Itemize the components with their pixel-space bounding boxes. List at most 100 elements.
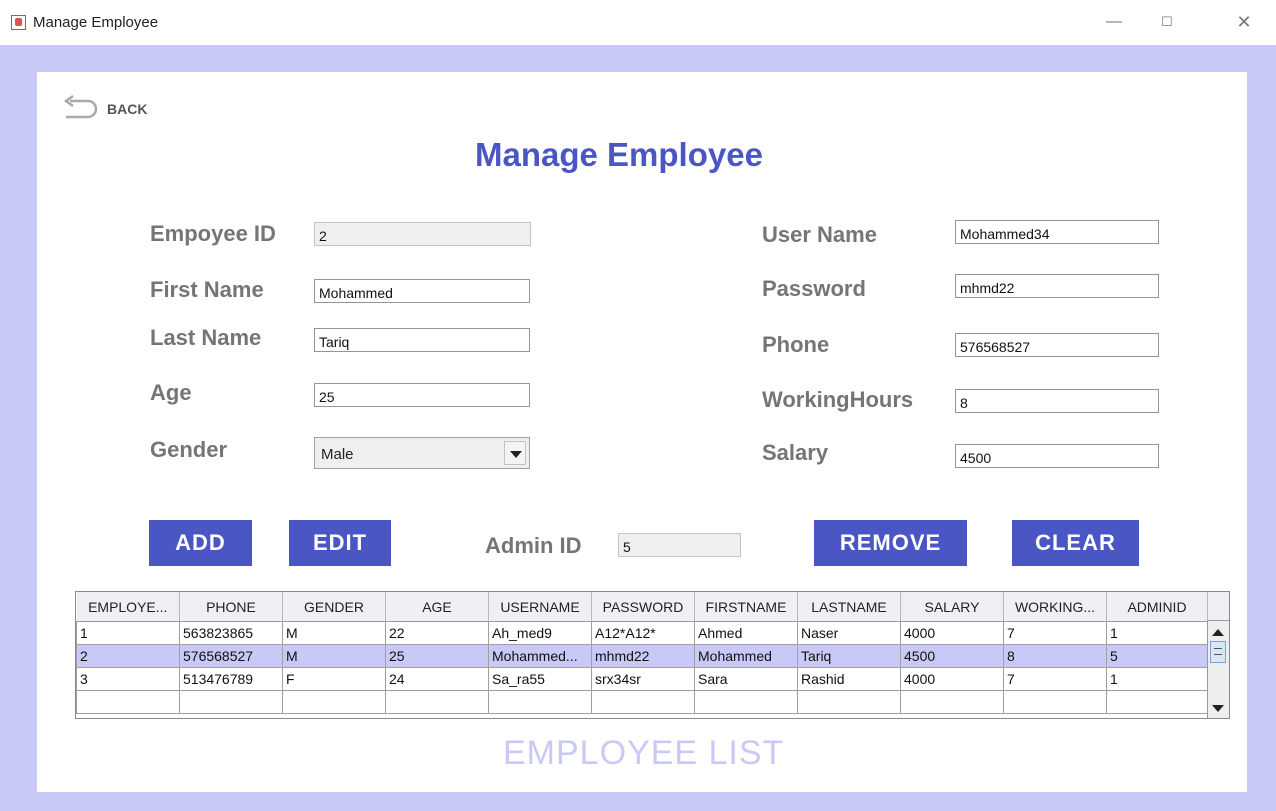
table-cell: srx34sr — [591, 667, 695, 691]
working-hours-field[interactable]: 8 — [955, 389, 1159, 413]
table-cell: 1 — [1106, 667, 1208, 691]
table-cell: 24 — [385, 667, 489, 691]
column-header[interactable]: LASTNAME — [797, 592, 901, 622]
working-hours-label: WorkingHours — [762, 387, 914, 412]
table-cell: 25 — [385, 644, 489, 668]
close-icon[interactable]: ✕ — [1226, 10, 1262, 34]
table-cell: Sa_ra55 — [488, 667, 592, 691]
salary-label: Salary — [762, 440, 829, 465]
table-cell: 2 — [76, 644, 180, 668]
table-cell: 3 — [76, 667, 180, 691]
table-cell: 4500 — [900, 644, 1004, 668]
gender-select[interactable]: Male — [314, 437, 530, 469]
scroll-down-icon[interactable] — [1212, 705, 1224, 712]
user-name-field[interactable]: Mohammed34 — [955, 220, 1159, 244]
table-cell — [900, 690, 1004, 714]
table-cell: F — [282, 667, 386, 691]
chevron-down-icon[interactable] — [504, 441, 526, 465]
column-header[interactable]: SALARY — [900, 592, 1004, 622]
back-label: BACK — [107, 101, 148, 117]
table-cell: 563823865 — [179, 621, 283, 645]
employee-id-field[interactable]: 2 — [314, 222, 531, 246]
table-cell — [591, 690, 695, 714]
phone-label: Phone — [762, 332, 830, 357]
column-header[interactable]: EMPLOYE... — [76, 592, 180, 622]
column-header[interactable]: AGE — [385, 592, 489, 622]
age-field[interactable]: 25 — [314, 383, 530, 407]
table-cell: Sara — [694, 667, 798, 691]
java-app-icon — [11, 15, 26, 30]
minimize-icon[interactable]: — — [1096, 10, 1132, 34]
first-name-field[interactable]: Mohammed — [314, 279, 530, 303]
table-cell: Naser — [797, 621, 901, 645]
column-header[interactable]: PASSWORD — [591, 592, 695, 622]
password-label: Password — [762, 276, 866, 301]
table-cell — [76, 690, 180, 714]
salary-field[interactable]: 4500 — [955, 444, 1159, 468]
table-cell: Ahmed — [694, 621, 798, 645]
table-cell — [1106, 690, 1208, 714]
clear-button[interactable]: CLEAR — [1012, 520, 1139, 566]
table-cell — [694, 690, 798, 714]
column-header[interactable]: ADMINID — [1106, 592, 1208, 622]
remove-button[interactable]: REMOVE — [814, 520, 967, 566]
table-cell — [385, 690, 489, 714]
table-cell: 576568527 — [179, 644, 283, 668]
page-title: Manage Employee — [475, 136, 763, 173]
table-cell: 8 — [1003, 644, 1107, 668]
table-cell: Mohammed... — [488, 644, 592, 668]
table-cell: Tariq — [797, 644, 901, 668]
table-cell: Ah_med9 — [488, 621, 592, 645]
table-row[interactable]: 3 513476789 F 24 Sa_ra55 srx34sr Sara Ra… — [76, 667, 1208, 691]
password-field[interactable]: mhmd22 — [955, 274, 1159, 298]
table-cell: Rashid — [797, 667, 901, 691]
admin-id-field[interactable]: 5 — [618, 533, 741, 557]
table-cell: 1 — [1106, 621, 1208, 645]
table-header-corner — [1207, 592, 1229, 621]
employee-table-grid: EMPLOYE... PHONE GENDER AGE USERNAME PAS… — [76, 592, 1208, 714]
table-cell — [488, 690, 592, 714]
admin-id-label: Admin ID — [485, 533, 582, 558]
table-cell: 22 — [385, 621, 489, 645]
column-header[interactable]: PHONE — [179, 592, 283, 622]
table-cell: 1 — [76, 621, 180, 645]
maximize-icon[interactable]: ☐ — [1149, 10, 1185, 34]
table-row-selected[interactable]: 2 576568527 M 25 Mohammed... mhmd22 Moha… — [76, 644, 1208, 668]
table-cell: 5 — [1106, 644, 1208, 668]
table-cell — [1003, 690, 1107, 714]
table-cell: Mohammed — [694, 644, 798, 668]
employee-list-caption: EMPLOYEE LIST — [503, 734, 785, 772]
table-cell: 7 — [1003, 621, 1107, 645]
title-bar: Manage Employee — ☐ ✕ — [0, 0, 1276, 45]
window-title: Manage Employee — [33, 14, 159, 31]
table-cell: M — [282, 621, 386, 645]
first-name-label: First Name — [150, 277, 264, 302]
table-cell: 513476789 — [179, 667, 283, 691]
table-cell — [179, 690, 283, 714]
column-header[interactable]: FIRSTNAME — [694, 592, 798, 622]
table-cell: mhmd22 — [591, 644, 695, 668]
scroll-up-icon[interactable] — [1212, 629, 1224, 636]
last-name-label: Last Name — [150, 325, 262, 350]
last-name-field[interactable]: Tariq — [314, 328, 530, 352]
gender-selected-value: Male — [321, 446, 354, 463]
back-arrow-icon — [63, 95, 98, 119]
table-cell: 4000 — [900, 667, 1004, 691]
edit-button[interactable]: EDIT — [289, 520, 391, 566]
employee-table[interactable]: EMPLOYE... PHONE GENDER AGE USERNAME PAS… — [75, 591, 1230, 719]
add-button[interactable]: ADD — [149, 520, 252, 566]
phone-field[interactable]: 576568527 — [955, 333, 1159, 357]
scroll-thumb[interactable] — [1210, 641, 1226, 663]
column-header[interactable]: GENDER — [282, 592, 386, 622]
table-cell — [797, 690, 901, 714]
age-label: Age — [150, 380, 192, 405]
table-row-partial[interactable] — [76, 690, 1208, 714]
gender-label: Gender — [150, 437, 228, 462]
vertical-scrollbar[interactable] — [1207, 621, 1229, 718]
table-row[interactable]: 1 563823865 M 22 Ah_med9 A12*A12* Ahmed … — [76, 621, 1208, 645]
table-cell: 7 — [1003, 667, 1107, 691]
employee-id-label: Empoyee ID — [150, 221, 276, 246]
column-header[interactable]: USERNAME — [488, 592, 592, 622]
table-cell: 4000 — [900, 621, 1004, 645]
column-header[interactable]: WORKING... — [1003, 592, 1107, 622]
